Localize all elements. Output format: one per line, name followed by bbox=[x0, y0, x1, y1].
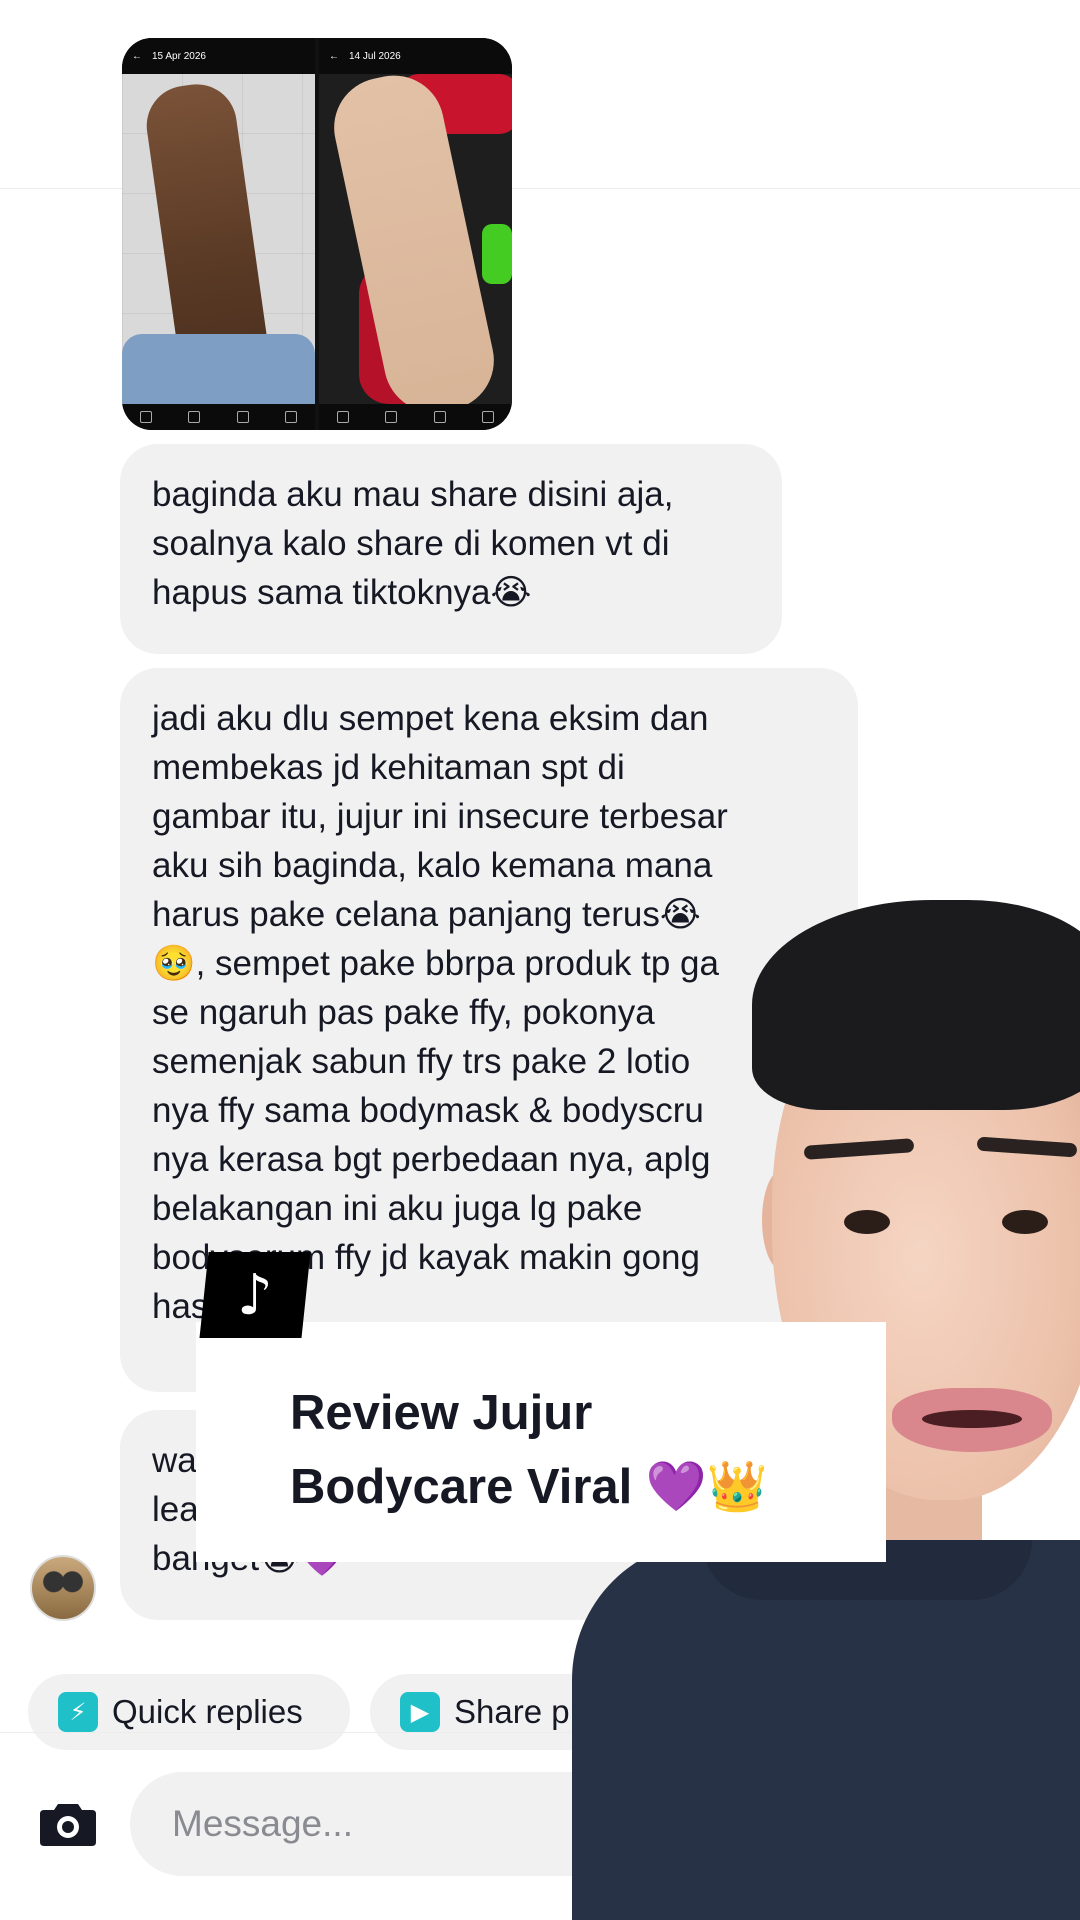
trash-icon bbox=[284, 411, 297, 423]
after-photo-toolbar bbox=[319, 404, 512, 430]
jeans-shape bbox=[122, 334, 315, 404]
back-arrow-icon: ← bbox=[329, 50, 339, 62]
share-icon bbox=[337, 411, 350, 423]
video-title-card: Review Jujur Bodycare Viral 💜👑 bbox=[196, 1322, 886, 1562]
share-icon bbox=[140, 411, 153, 423]
after-photo-topbar: ← 14 Jul 2026 bbox=[319, 38, 512, 74]
green-fabric-shape bbox=[482, 224, 512, 284]
lightning-icon: ⚡ bbox=[58, 1692, 98, 1732]
after-photo-date: 14 Jul 2026 bbox=[349, 50, 401, 62]
heart-icon bbox=[188, 411, 201, 423]
tiktok-logo-icon: ♪ bbox=[199, 1252, 311, 1338]
sender-avatar[interactable] bbox=[30, 1555, 96, 1621]
after-photo[interactable]: ← 14 Jul 2026 bbox=[319, 38, 512, 430]
tiktok-note-glyph: ♪ bbox=[237, 1262, 273, 1328]
edit-icon bbox=[236, 411, 249, 423]
before-photo-topbar: ← 15 Apr 2026 bbox=[122, 38, 315, 74]
shared-photo-pair[interactable]: ← 15 Apr 2026 ← 14 Jul 2026 bbox=[122, 38, 512, 430]
hair-shape bbox=[752, 900, 1080, 1110]
eye-shape bbox=[1002, 1210, 1048, 1234]
edit-icon bbox=[433, 411, 446, 423]
trash-icon bbox=[481, 411, 494, 423]
share-label: Share p bbox=[454, 1693, 570, 1730]
message-bubble[interactable]: baginda aku mau share disini aja, soalny… bbox=[120, 444, 782, 654]
before-photo[interactable]: ← 15 Apr 2026 bbox=[122, 38, 315, 430]
before-photo-toolbar bbox=[122, 404, 315, 430]
mouth-shape bbox=[892, 1388, 1052, 1452]
play-icon: ▶ bbox=[400, 1692, 440, 1732]
title-line-2: Bodycare Viral 💜👑 bbox=[290, 1460, 768, 1514]
before-photo-scene bbox=[122, 74, 315, 404]
before-photo-date: 15 Apr 2026 bbox=[152, 50, 206, 62]
heart-icon bbox=[385, 411, 398, 423]
after-photo-scene bbox=[319, 66, 512, 422]
camera-icon[interactable] bbox=[40, 1800, 96, 1846]
quick-replies-button[interactable]: ⚡ Quick replies bbox=[28, 1674, 350, 1750]
back-arrow-icon: ← bbox=[132, 50, 142, 62]
quick-replies-label: Quick replies bbox=[112, 1693, 303, 1730]
title-line-1: Review Jujur bbox=[290, 1386, 593, 1440]
eye-shape bbox=[844, 1210, 890, 1234]
